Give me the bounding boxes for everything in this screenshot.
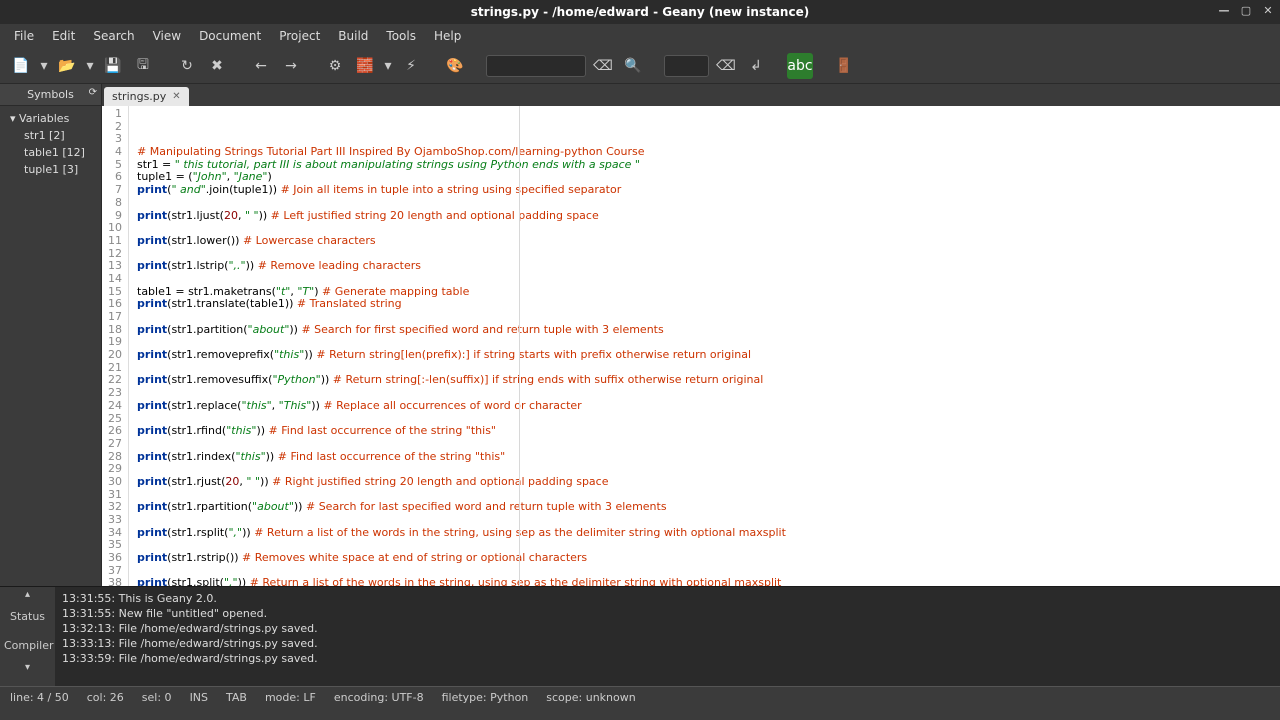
- symbol-item[interactable]: table1 [12]: [2, 144, 99, 161]
- symbol-item[interactable]: str1 [2]: [2, 127, 99, 144]
- sidebar-tab-symbols[interactable]: Symbols ⟳: [0, 84, 101, 106]
- editor-tab[interactable]: strings.py ✕: [104, 87, 189, 106]
- run-icon[interactable]: ⚡: [398, 53, 424, 79]
- status-ins[interactable]: INS: [190, 691, 208, 704]
- nav-back-icon[interactable]: ←: [248, 53, 274, 79]
- titlebar: strings.py - /home/edward - Geany (new i…: [0, 0, 1280, 24]
- scroll-up-icon[interactable]: ▴: [0, 587, 55, 602]
- close-file-icon[interactable]: ✖: [204, 53, 230, 79]
- window-title: strings.py - /home/edward - Geany (new i…: [471, 5, 809, 19]
- find-button-icon[interactable]: 🔍: [620, 53, 646, 79]
- color-chooser-icon[interactable]: 🎨: [442, 53, 468, 79]
- margin-line: [519, 106, 520, 586]
- menu-project[interactable]: Project: [271, 26, 328, 46]
- code-editor[interactable]: 1234567891011121314151617181920212223242…: [102, 106, 1280, 586]
- log-line: 13:32:13: File /home/edward/strings.py s…: [62, 621, 1274, 636]
- bottom-tab-status[interactable]: Status: [0, 602, 55, 631]
- save-all-icon[interactable]: 🖫: [130, 53, 156, 79]
- minimize-icon[interactable]: —: [1216, 2, 1232, 18]
- scroll-down-icon[interactable]: ▾: [0, 660, 55, 675]
- menu-tools[interactable]: Tools: [378, 26, 424, 46]
- tab-label: strings.py: [112, 90, 166, 103]
- maximize-icon[interactable]: ▢: [1238, 2, 1254, 18]
- menu-view[interactable]: View: [145, 26, 189, 46]
- status-sel: sel: 0: [142, 691, 172, 704]
- line-gutter: 1234567891011121314151617181920212223242…: [102, 106, 129, 586]
- symbol-tree: ▾ Variables str1 [2]table1 [12]tuple1 [3…: [0, 106, 101, 182]
- nav-forward-icon[interactable]: →: [278, 53, 304, 79]
- bottom-panel: ▴ Status Compiler ▾ 13:31:55: This is Ge…: [0, 586, 1280, 686]
- build-icon[interactable]: 🧱: [352, 53, 378, 79]
- status-line: line: 4 / 50: [10, 691, 69, 704]
- open-file-dropdown[interactable]: ▾: [84, 53, 96, 79]
- symbol-item[interactable]: tuple1 [3]: [2, 161, 99, 178]
- menu-file[interactable]: File: [6, 26, 42, 46]
- bottom-tab-compiler[interactable]: Compiler: [0, 631, 55, 660]
- quit-icon[interactable]: 🚪: [831, 53, 857, 79]
- save-file-icon[interactable]: 💾: [100, 53, 126, 79]
- status-encoding[interactable]: encoding: UTF-8: [334, 691, 424, 704]
- new-file-dropdown[interactable]: ▾: [38, 53, 50, 79]
- menu-edit[interactable]: Edit: [44, 26, 83, 46]
- status-col: col: 26: [87, 691, 124, 704]
- menu-search[interactable]: Search: [85, 26, 142, 46]
- menu-help[interactable]: Help: [426, 26, 469, 46]
- status-tab[interactable]: TAB: [226, 691, 247, 704]
- refresh-icon[interactable]: ⟳: [89, 87, 97, 98]
- tree-section-variables[interactable]: ▾ Variables: [2, 110, 99, 127]
- new-file-icon[interactable]: 📄: [8, 53, 34, 79]
- close-icon[interactable]: ✕: [1260, 2, 1276, 18]
- status-scope: scope: unknown: [546, 691, 635, 704]
- goto-button-icon[interactable]: ↲: [743, 53, 769, 79]
- editor-tabbar: strings.py ✕: [102, 84, 1280, 106]
- toolbar: 📄 ▾ 📂 ▾ 💾 🖫 ↻ ✖ ← → ⚙ 🧱 ▾ ⚡ 🎨 ⌫ 🔍 ⌫ ↲ ab…: [0, 48, 1280, 84]
- message-log: 13:31:55: This is Geany 2.0.13:31:55: Ne…: [56, 587, 1280, 686]
- check-syntax-icon[interactable]: abc: [787, 53, 813, 79]
- open-file-icon[interactable]: 📂: [54, 53, 80, 79]
- reload-icon[interactable]: ↻: [174, 53, 200, 79]
- status-mode[interactable]: mode: LF: [265, 691, 316, 704]
- build-dropdown[interactable]: ▾: [382, 53, 394, 79]
- find-clear-icon[interactable]: ⌫: [590, 53, 616, 79]
- log-line: 13:33:13: File /home/edward/strings.py s…: [62, 636, 1274, 651]
- log-line: 13:31:55: New file "untitled" opened.: [62, 606, 1274, 621]
- log-line: 13:33:59: File /home/edward/strings.py s…: [62, 651, 1274, 666]
- goto-clear-icon[interactable]: ⌫: [713, 53, 739, 79]
- menu-build[interactable]: Build: [330, 26, 376, 46]
- tab-close-icon[interactable]: ✕: [172, 91, 180, 102]
- find-input[interactable]: [486, 55, 586, 77]
- statusbar: line: 4 / 50 col: 26 sel: 0 INS TAB mode…: [0, 686, 1280, 708]
- sidebar: Symbols ⟳ ▾ Variables str1 [2]table1 [12…: [0, 84, 102, 586]
- status-filetype[interactable]: filetype: Python: [442, 691, 529, 704]
- menu-document[interactable]: Document: [191, 26, 269, 46]
- compile-icon[interactable]: ⚙: [322, 53, 348, 79]
- code-text[interactable]: # Manipulating Strings Tutorial Part III…: [129, 106, 1280, 586]
- goto-input[interactable]: [664, 55, 709, 77]
- menubar: FileEditSearchViewDocumentProjectBuildTo…: [0, 24, 1280, 48]
- log-line: 13:31:55: This is Geany 2.0.: [62, 591, 1274, 606]
